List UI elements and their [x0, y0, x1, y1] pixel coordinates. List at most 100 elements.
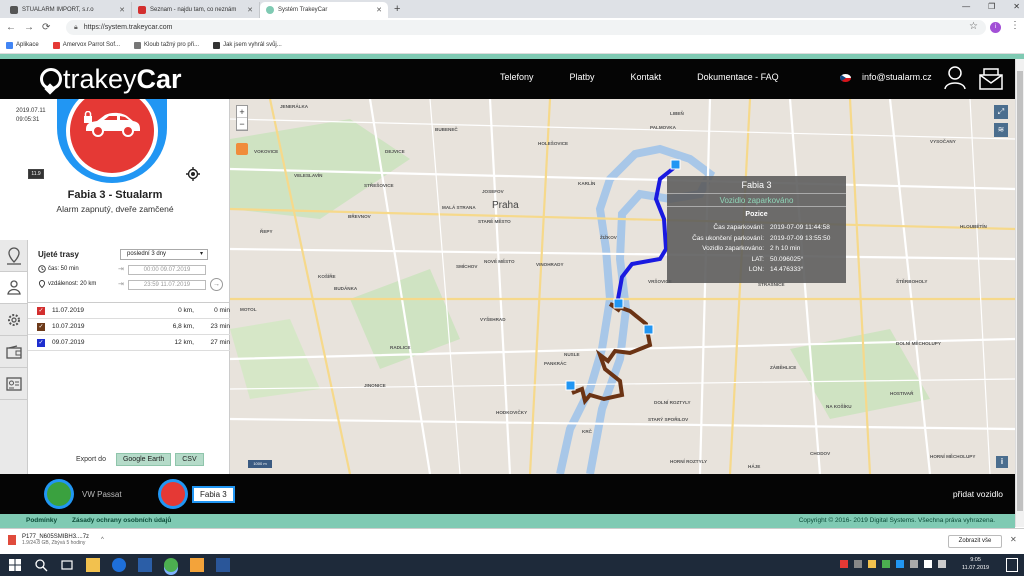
- map-label: STARÉ MĚSTO: [478, 219, 511, 224]
- notifications-icon[interactable]: [1006, 558, 1018, 572]
- close-tab-icon[interactable]: ✕: [376, 6, 382, 14]
- tray-icon[interactable]: [854, 560, 862, 568]
- reload-icon[interactable]: ⟳: [42, 22, 54, 33]
- tab-settings[interactable]: [0, 304, 27, 336]
- battery-icon: 11.9: [28, 169, 44, 179]
- map-label: RADLICE: [390, 345, 411, 350]
- czech-flag-icon[interactable]: [840, 74, 851, 82]
- url-bar[interactable]: 🔒︎ https://system.trakeycar.com: [66, 20, 986, 35]
- gps-target-icon[interactable]: [186, 167, 200, 181]
- show-all-downloads-button[interactable]: Zobrazit vše: [948, 535, 1002, 548]
- download-item[interactable]: P177_N605SMIBH3....7z 1.9/24.8 GB, Zbývá…: [8, 534, 104, 546]
- vehicle-panel: 2019.07.11 09:05:31 11.9 Fabia 3 - Stual…: [0, 99, 230, 474]
- apply-range-button[interactable]: →: [210, 278, 223, 291]
- tab-driver[interactable]: [0, 272, 27, 304]
- bookmark-item[interactable]: Jak jsem vyhrál svůj...: [213, 41, 282, 49]
- battery-voltage: 11.9: [28, 169, 44, 179]
- close-window-icon[interactable]: ✕: [1013, 2, 1020, 11]
- close-downloads-icon[interactable]: ✕: [1010, 535, 1017, 544]
- nav-platby[interactable]: Platby: [570, 72, 595, 82]
- tab-routes[interactable]: [0, 240, 27, 272]
- zoom-in-button[interactable]: +: [237, 106, 247, 118]
- nav-dokumentace[interactable]: Dokumentace - FAQ: [697, 72, 779, 82]
- taskbar-clock[interactable]: 9:05 11.07.2019: [962, 556, 989, 572]
- tray-icon[interactable]: [840, 560, 848, 568]
- page-scrollbar[interactable]: [1015, 59, 1024, 527]
- browser-tab[interactable]: STUALARM IMPORT, s.r.o ✕: [4, 2, 132, 18]
- tray-icon[interactable]: [882, 560, 890, 568]
- close-tab-icon[interactable]: ✕: [247, 6, 253, 14]
- fullscreen-icon[interactable]: ⤢: [994, 105, 1008, 119]
- chrome-icon[interactable]: [164, 558, 178, 572]
- layers-icon[interactable]: ≋: [994, 123, 1008, 137]
- export-google-earth-button[interactable]: Google Earth: [115, 453, 172, 466]
- word-icon[interactable]: [216, 558, 230, 572]
- nav-telefony[interactable]: Telefony: [500, 72, 534, 82]
- bookmark-apps[interactable]: Aplikace: [6, 41, 39, 49]
- map-label: HLOUBĚTÍN: [960, 224, 987, 229]
- bookmark-item[interactable]: Kloub tažný pro při...: [134, 41, 199, 49]
- route-checkbox[interactable]: ✓: [37, 306, 45, 315]
- app-icon[interactable]: [190, 558, 204, 572]
- mail-envelope-icon[interactable]: [979, 68, 1003, 90]
- menu-kebab-icon[interactable]: ⋮: [1010, 20, 1020, 31]
- traffic-layer-icon[interactable]: [236, 143, 248, 155]
- date-to-input[interactable]: 23:59 11.07.2019: [128, 280, 206, 290]
- vehicle-alarm-status: Alarm zapnutý, dveře zamčené: [56, 204, 174, 214]
- zoom-out-button[interactable]: −: [237, 118, 247, 130]
- date-from-input[interactable]: 00:00 09.07.2019: [128, 265, 206, 275]
- browser-tab-active[interactable]: Systém TrakeyCar ✕: [260, 2, 388, 18]
- route-item[interactable]: ✓ 10.07.2019 6,8 km, 23 min: [28, 319, 230, 335]
- tray-icon[interactable]: [868, 560, 876, 568]
- tab-contacts[interactable]: [0, 368, 27, 400]
- new-tab-plus-icon[interactable]: +: [394, 3, 400, 15]
- bookmark-item[interactable]: Amervox Parrot Sof...: [52, 41, 120, 49]
- chevron-up-icon[interactable]: ^: [101, 537, 104, 543]
- range-dropdown[interactable]: poslední 3 dny: [120, 249, 208, 260]
- task-view-icon[interactable]: [60, 558, 74, 572]
- route-item[interactable]: ✓ 09.07.2019 12 km, 27 min: [28, 335, 230, 351]
- trakeycar-logo[interactable]: trakey Car: [40, 63, 182, 95]
- map-label: ŘEPY: [260, 229, 273, 234]
- vehicle-status-circle[interactable]: [57, 99, 167, 183]
- system-tray: [840, 560, 946, 568]
- scrollbar-thumb[interactable]: [1017, 71, 1023, 511]
- forward-arrow-icon[interactable]: →: [24, 22, 36, 33]
- bookmark-star-icon[interactable]: ☆: [969, 21, 978, 32]
- outlook-icon[interactable]: [138, 558, 152, 572]
- terms-link[interactable]: Podmínky: [26, 517, 57, 524]
- map-view[interactable]: JENERÁLKA BUBENEČ HOLEŠOVICE LIBEŇ PALMO…: [230, 99, 1015, 474]
- network-icon[interactable]: [924, 560, 932, 568]
- export-csv-button[interactable]: CSV: [175, 453, 204, 466]
- vehicle-fabia-3[interactable]: Fabia 3: [158, 479, 235, 509]
- tray-icon[interactable]: [910, 560, 918, 568]
- route-item[interactable]: ✓ 11.07.2019 0 km, 0 min: [28, 303, 230, 319]
- edge-browser-icon[interactable]: [112, 558, 126, 572]
- restore-icon[interactable]: ❐: [988, 2, 995, 11]
- browser-tab[interactable]: Seznam - najdu tam, co neznám ✕: [132, 2, 260, 18]
- privacy-link[interactable]: Zásady ochrany osobních údajů: [72, 517, 171, 524]
- pin-logo-icon: [40, 68, 62, 90]
- user-profile-icon[interactable]: [944, 66, 966, 90]
- tray-icon[interactable]: [896, 560, 904, 568]
- map-info-icon[interactable]: i: [996, 456, 1008, 468]
- close-tab-icon[interactable]: ✕: [119, 6, 125, 14]
- route-checkbox[interactable]: ✓: [37, 322, 45, 331]
- tab-payments[interactable]: [0, 336, 27, 368]
- file-explorer-icon[interactable]: [86, 558, 100, 572]
- minimize-icon[interactable]: —: [962, 2, 970, 11]
- map-label: NA KOŠÍKU: [826, 404, 852, 409]
- windows-start-icon[interactable]: [8, 558, 22, 572]
- map-label: KARLÍN: [578, 181, 596, 186]
- account-email[interactable]: info@stualarm.cz: [862, 72, 932, 82]
- vehicle-vw-passat[interactable]: VW Passat: [44, 479, 122, 509]
- nav-kontakt[interactable]: Kontakt: [631, 72, 662, 82]
- profile-avatar[interactable]: i: [990, 22, 1001, 33]
- back-arrow-icon[interactable]: ←: [6, 22, 18, 33]
- vehicle-status-circle: [158, 479, 188, 509]
- vehicle-status-circle: [44, 479, 74, 509]
- search-icon[interactable]: [34, 558, 48, 572]
- volume-icon[interactable]: [938, 560, 946, 568]
- route-checkbox[interactable]: ✓: [37, 338, 45, 347]
- add-vehicle-button[interactable]: přidat vozidlo: [953, 489, 1003, 499]
